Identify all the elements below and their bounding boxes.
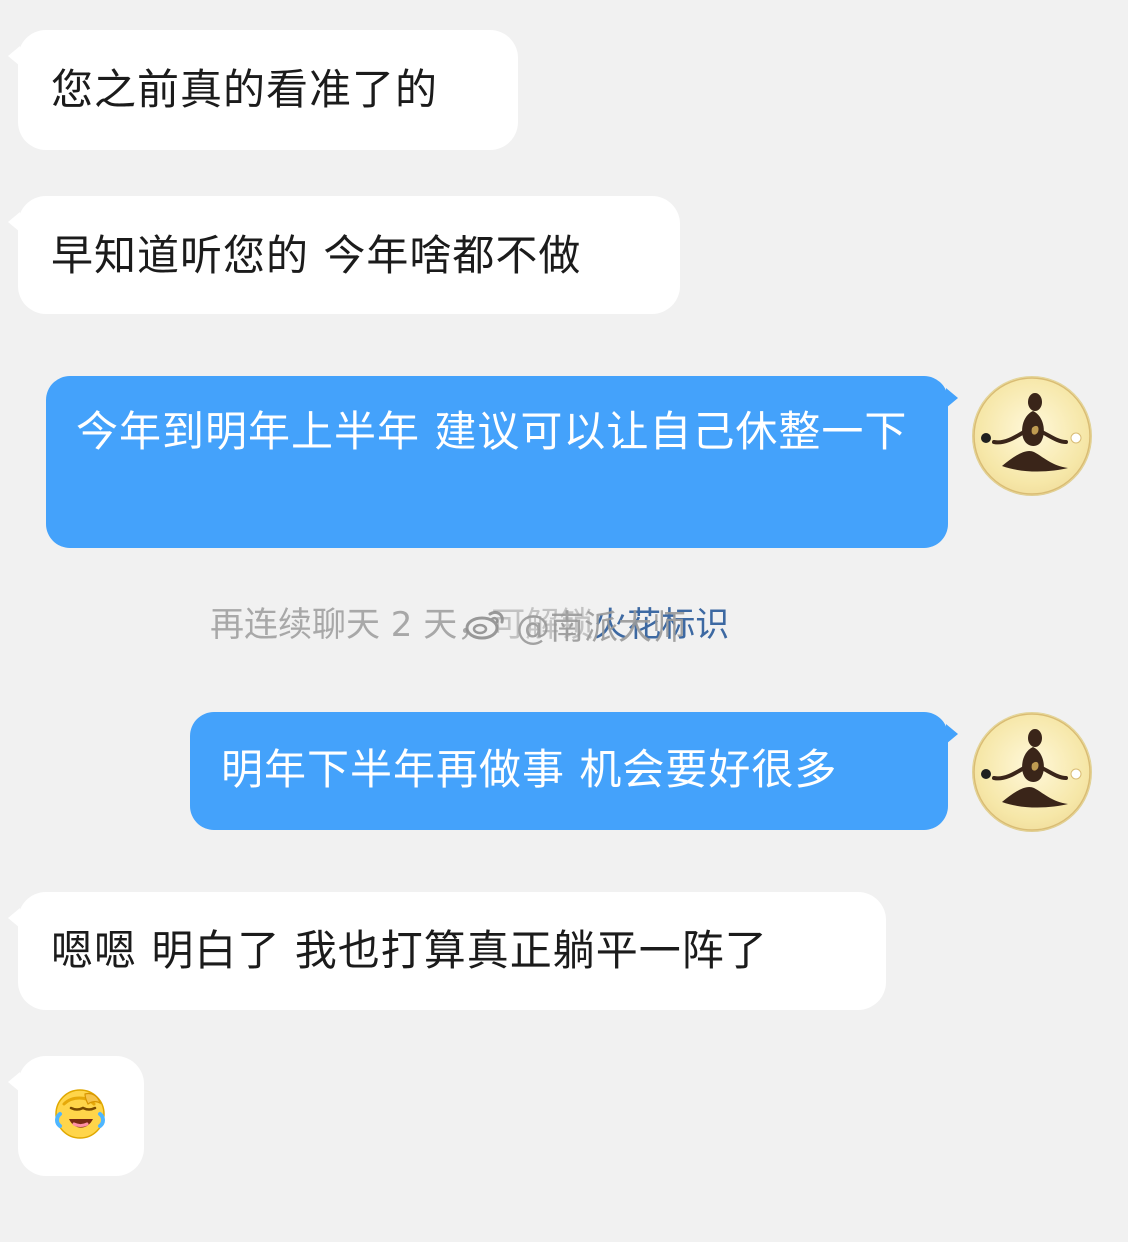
outgoing-message-1[interactable]: 今年到明年上半年 建议可以让自己休整一下 <box>46 376 958 548</box>
meditation-figure-icon <box>973 377 1091 495</box>
message-text: 今年到明年上半年 建议可以让自己休整一下 <box>76 407 908 456</box>
avatar[interactable] <box>972 376 1092 496</box>
message-text: 早知道听您的 今年啥都不做 <box>51 231 582 280</box>
message-text: 明年下半年再做事 机会要好很多 <box>221 745 838 794</box>
notice-prefix: 再连续聊天 2 天， <box>210 605 492 645</box>
chat-window: 您之前真的看准了的 早知道听您的 今年啥都不做 今年到明年上半年 建议可以让自己… <box>0 0 1128 1242</box>
watermark-text: @南派大师 <box>516 607 686 648</box>
face-palm-laughing-icon <box>55 1089 105 1139</box>
outgoing-message-2[interactable]: 明年下半年再做事 机会要好很多 <box>190 712 958 830</box>
meditation-figure-icon <box>973 713 1091 831</box>
weibo-logo-icon <box>465 610 504 640</box>
incoming-message-3[interactable]: 嗯嗯 明白了 我也打算真正躺平一阵了 <box>8 892 886 1010</box>
incoming-message-2[interactable]: 早知道听您的 今年啥都不做 <box>8 196 680 314</box>
message-text: 您之前真的看准了的 <box>51 65 439 114</box>
watermark: @南派大师 <box>462 600 686 648</box>
incoming-message-1[interactable]: 您之前真的看准了的 <box>8 30 518 150</box>
message-text: 嗯嗯 明白了 我也打算真正躺平一阵了 <box>51 926 768 975</box>
avatar[interactable] <box>972 712 1092 832</box>
incoming-emoji-message[interactable] <box>8 1056 144 1176</box>
